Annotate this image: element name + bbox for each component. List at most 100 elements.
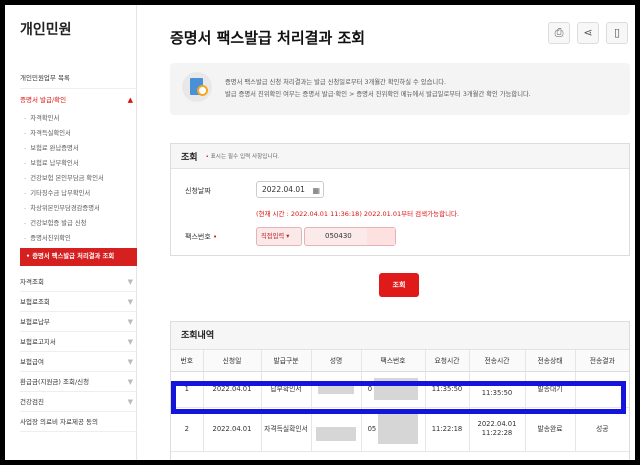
chevron-down-icon: ▼ [127,398,133,406]
column-header: 전송결과 [575,350,629,372]
sidebar-item-label: 사업장 의료비 자료제공 동의 [20,418,98,426]
cell-type: 자격득실확인서 [261,407,312,452]
cell-status: 발송완료 [525,407,576,452]
cell-result: 성공 [575,407,629,452]
sidebar-subitem-label: 건강보험 본인부담금 확인서 [30,175,104,182]
cell-date: 2022.04.01 [203,407,262,452]
chevron-down-icon: ▼ [127,358,133,366]
column-header: 요청시간 [425,350,470,372]
table-header-row: 번호 신청일 발급구분 성명 팩스번호 요청시간 전송시간 전송상태 전송결과 [171,350,629,372]
search-button[interactable]: 조회 [379,273,419,297]
cell-status: 발송대기 [525,371,576,408]
calendar-icon[interactable]: ▦ [312,183,320,198]
search-range-hint: (현재 시간 : 2022.04.01 11:36:18) 2022.01.01… [256,210,460,218]
sidebar-item-label: 보험료납부 [20,318,50,326]
sidebar-subitem-label: 차상위본인부담경감증명서 [30,205,100,212]
sidebar-subitem[interactable]: - 보험료 납부확인서 [20,156,137,171]
document-search-icon [182,72,212,102]
cell-request-time: 11:22:18 [425,407,470,452]
sidebar-subitem[interactable]: - 보험료 완납증명서 [20,141,137,156]
bookmark-icon: ▯ [613,26,621,39]
table-row[interactable]: 1 2022.04.01 납부확인서 0 11:35:50 2022.04.01… [171,371,629,408]
results-panel: 조회내역 번호 신청일 발급구분 성명 팩스번호 요청시간 전송시간 전송상태 … [170,321,630,460]
magnifier-shape [197,85,208,96]
sidebar-subitem-label: 증명서진위확인 [30,235,71,242]
sidebar-item-qualification[interactable]: 자격조회 ▼ [20,272,137,292]
page-title: 증명서 팩스발급 처리결과 조회 [170,29,366,47]
sidebar-title: 개인민원 [20,22,72,38]
sidebar-subitem-label: 자격득실확인서 [30,130,71,137]
bookmark-button[interactable]: ▯ [606,22,628,44]
search-panel-header: 조회 • 표시는 필수 입력 사항입니다. [171,144,629,169]
date-value: 2022.04.01 [262,185,305,194]
table-row[interactable]: 2 2022.04.01 자격득실확인서 05 11:22:18 2022.04… [171,407,629,452]
sidebar-item-label: 환급금(지원금) 조회/신청 [20,378,90,386]
sidebar-item-benefits[interactable]: 보험급여 ▼ [20,352,137,372]
sidebar-subitem-label: 건강보험증 발급 신청 [30,220,87,227]
redacted-block [316,426,356,441]
sidebar-list: 개인민원업무 목록 증명서 발급/확인 ▲ - 자격확인서 - 자격득실확인서 -보… [20,67,137,432]
fax-prefix: 0 [367,385,373,393]
date-input[interactable]: 2022.04.01 ▦ [256,181,324,198]
dash-icon: - [24,205,27,212]
fax-number-input[interactable]: 050430 [304,227,396,246]
fax-type-select[interactable]: 직접입력 ▾ [256,227,302,246]
sidebar-subitem[interactable]: - 건강보험증 발급 신청 [20,216,137,231]
column-header: 성명 [311,350,362,372]
screen: 개인민원 개인민원업무 목록 증명서 발급/확인 ▲ - 자격확인서 - 자격득실확… [5,5,635,460]
sidebar-subitem[interactable]: - 차상위본인부담경감증명서 [20,201,137,216]
cell-date: 2022.04.01 [203,371,262,408]
sidebar-item-label: 자격조회 [20,278,44,286]
share-button[interactable]: ⋖ [577,22,599,44]
sidebar-subitem[interactable]: - 증명서진위확인 [20,231,137,246]
column-header: 전송시간 [469,350,526,372]
sidebar-item-refund[interactable]: 환급금(지원금) 조회/신청 ▼ [20,372,137,392]
dash-icon: - [24,160,27,167]
fax-label-text: 팩스번호 [185,233,211,241]
sidebar-subitem[interactable]: - 자격득실확인서 [20,126,137,141]
chevron-down-icon: ▼ [127,318,133,326]
sidebar-subitem[interactable]: - 건강보험 본인부담금 확인서 [20,171,137,186]
chevron-down-icon: ▼ [127,378,133,386]
fax-prefix: 05 [367,425,377,433]
redacted-block [318,381,354,394]
sidebar-item-label: 보험료고지서 [20,338,56,346]
chevron-down-icon: ▼ [127,298,133,306]
column-header: 발급구분 [261,350,312,372]
cell-no: 1 [171,371,204,408]
sidebar-item-premium-inquiry[interactable]: 보험료조회 ▼ [20,292,137,312]
notice-text: 증명서 팩스발급 신청 처리결과는 발급 신청일로부터 3개월간 확인하실 수 … [225,77,531,101]
sidebar-item-label: 보험료조회 [20,298,50,306]
cell-name [311,407,362,452]
sidebar-subitem-label: 보험료 납부확인서 [30,160,79,167]
search-heading: 조회 [181,152,198,163]
cell-name [311,371,362,408]
sidebar-item-certificate[interactable]: 증명서 발급/확인 ▲ [20,89,137,111]
cell-fax: 0 [361,371,426,408]
sidebar-active-label: 증명서 팩스발급 처리결과 조회 [32,253,115,260]
sidebar-item-medical-consent[interactable]: 사업장 의료비 자료제공 동의 [20,412,137,432]
redacted-block [367,228,395,245]
dash-icon: - [24,190,27,197]
notice-box: 증명서 팩스발급 신청 처리결과는 발급 신청일로부터 3개월간 확인하실 수 … [170,63,630,115]
dash-icon: - [24,145,27,152]
sidebar-item-premium-payment[interactable]: 보험료납부 ▼ [20,312,137,332]
column-header: 번호 [171,350,204,372]
sidebar-item-fax-result-active[interactable]: • 증명서 팩스발급 처리결과 조회 [20,248,137,266]
dash-icon: - [24,175,27,182]
sidebar-subitem[interactable]: - 기타징수금 납부확인서 [20,186,137,201]
print-button[interactable]: ⎙ [548,22,570,44]
cell-result [575,371,629,408]
results-table: 번호 신청일 발급구분 성명 팩스번호 요청시간 전송시간 전송상태 전송결과 … [171,350,629,452]
sidebar-subitem[interactable]: - 자격확인서 [20,111,137,126]
cell-sent-time: 2022.04.01 11:35:50 [469,371,526,408]
dash-icon: - [24,115,27,122]
sidebar-item-checkup[interactable]: 건강검진 ▼ [20,392,137,412]
redacted-block [374,378,419,400]
sidebar-item-civil-list[interactable]: 개인민원업무 목록 [20,67,137,89]
sidebar-item-premium-bill[interactable]: 보험료고지서 ▼ [20,332,137,352]
sidebar-subitem-label: 기타징수금 납부확인서 [30,190,91,197]
column-header: 팩스번호 [361,350,426,372]
dash-icon: - [24,220,27,227]
redacted-block [378,414,419,444]
